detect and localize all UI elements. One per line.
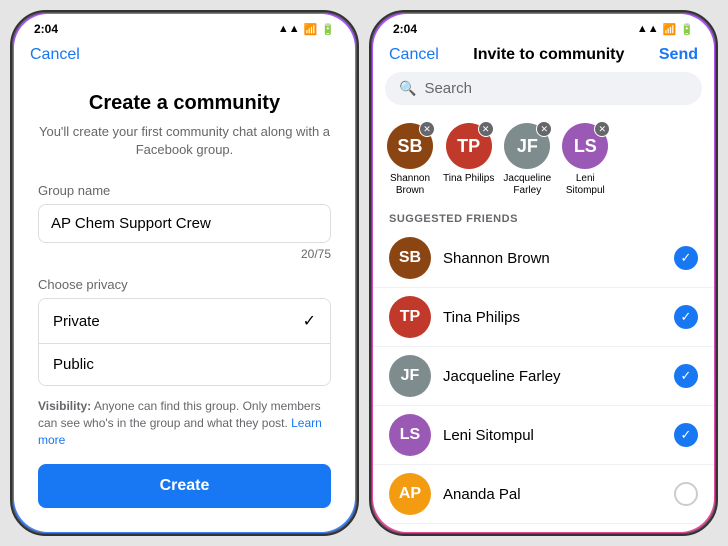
status-icons-right: ▲▲ 📶 🔋 <box>637 23 694 36</box>
nav-title-right: Invite to community <box>473 46 624 64</box>
checkmark-icon: ✓ <box>303 311 316 331</box>
group-name-input[interactable] <box>38 204 331 243</box>
friend-check-jacqueline[interactable]: ✓ <box>674 364 698 388</box>
remove-tina-button[interactable]: ✕ <box>478 121 494 137</box>
page-subtitle: You'll create your first community chat … <box>38 123 331 159</box>
signal-icon: ▲▲ <box>278 23 300 35</box>
friend-name-leni: Leni Sitompul <box>443 427 662 444</box>
battery-icon: 🔋 <box>321 23 335 36</box>
privacy-option-private[interactable]: Private ✓ <box>39 299 330 344</box>
wifi-icon: 📶 <box>304 23 318 36</box>
char-count: 20/75 <box>38 247 331 261</box>
selected-friend-avatar-wrap-1: SB ✕ <box>387 123 433 169</box>
selected-friend-shannon: SB ✕ ShannonBrown <box>385 123 435 197</box>
friend-item-leni[interactable]: LS Leni Sitompul ✓ <box>373 406 714 465</box>
friend-name-jacqueline: Jacqueline Farley <box>443 368 662 385</box>
selected-friend-name-4: LeniSitompul <box>566 173 605 197</box>
selected-friend-avatar-wrap-4: LS ✕ <box>562 123 608 169</box>
selected-friend-name-2: Tina Philips <box>443 173 494 185</box>
friend-name-ananda: Ananda Pal <box>443 486 662 503</box>
friend-list: SB Shannon Brown ✓ TP Tina Philips ✓ JF … <box>373 229 714 532</box>
learn-more-link[interactable]: Learn more <box>38 416 322 447</box>
friend-name-shannon: Shannon Brown <box>443 250 662 267</box>
search-icon: 🔍 <box>399 80 416 97</box>
search-bar[interactable]: 🔍 Search <box>385 72 702 105</box>
selected-friends-row: SB ✕ ShannonBrown TP ✕ Tina Philips JF ✕… <box>373 115 714 205</box>
privacy-option-public[interactable]: Public <box>39 344 330 385</box>
friend-item-shannon[interactable]: SB Shannon Brown ✓ <box>373 229 714 288</box>
friend-avatar-ananda: AP <box>389 473 431 515</box>
friend-avatar-shannon: SB <box>389 237 431 279</box>
nav-bar-left: Cancel <box>14 40 355 72</box>
status-bar-left: 2:04 ▲▲ 📶 🔋 <box>14 14 355 40</box>
selected-friend-tina: TP ✕ Tina Philips <box>443 123 494 197</box>
friend-check-ananda[interactable] <box>674 482 698 506</box>
friend-check-shannon[interactable]: ✓ <box>674 246 698 270</box>
selected-friend-avatar-wrap-2: TP ✕ <box>446 123 492 169</box>
selected-friend-leni: LS ✕ LeniSitompul <box>560 123 610 197</box>
friend-avatar-jacqueline: JF <box>389 355 431 397</box>
friend-item-ananda[interactable]: AP Ananda Pal <box>373 465 714 524</box>
selected-friend-name-1: ShannonBrown <box>390 173 430 197</box>
remove-leni-button[interactable]: ✕ <box>594 121 610 137</box>
cancel-button-left[interactable]: Cancel <box>30 46 80 64</box>
friend-item-mohammad[interactable]: MH Mohammad Hosseini <box>373 524 714 532</box>
friend-name-tina: Tina Philips <box>443 309 662 326</box>
friend-item-jacqueline[interactable]: JF Jacqueline Farley ✓ <box>373 347 714 406</box>
remove-jacqueline-button[interactable]: ✕ <box>536 121 552 137</box>
friend-check-tina[interactable]: ✓ <box>674 305 698 329</box>
privacy-options: Private ✓ Public <box>38 298 331 386</box>
left-phone: 2:04 ▲▲ 📶 🔋 Cancel Create a community Yo… <box>10 10 359 536</box>
section-header-suggested: SUGGESTED FRIENDS <box>373 205 714 229</box>
privacy-private-label: Private <box>53 313 100 330</box>
friend-check-leni[interactable]: ✓ <box>674 423 698 447</box>
friend-item-tina[interactable]: TP Tina Philips ✓ <box>373 288 714 347</box>
selected-friend-name-3: JacquelineFarley <box>503 173 551 197</box>
cancel-button-right[interactable]: Cancel <box>389 46 439 64</box>
left-content: Create a community You'll create your fi… <box>14 72 355 464</box>
privacy-label: Choose privacy <box>38 277 331 292</box>
privacy-public-label: Public <box>53 356 94 373</box>
wifi-icon-right: 📶 <box>663 23 677 36</box>
create-button[interactable]: Create <box>38 464 331 508</box>
battery-icon-right: 🔋 <box>680 23 694 36</box>
visibility-text: Visibility: Anyone can find this group. … <box>38 398 331 448</box>
time-right: 2:04 <box>393 22 417 36</box>
group-name-label: Group name <box>38 183 331 198</box>
selected-friend-avatar-wrap-3: JF ✕ <box>504 123 550 169</box>
friend-avatar-tina: TP <box>389 296 431 338</box>
remove-shannon-button[interactable]: ✕ <box>419 121 435 137</box>
page-title: Create a community <box>38 92 331 115</box>
signal-icon-right: ▲▲ <box>637 23 659 35</box>
status-icons-left: ▲▲ 📶 🔋 <box>278 23 335 36</box>
right-phone: 2:04 ▲▲ 📶 🔋 Cancel Invite to community S… <box>369 10 718 536</box>
friend-avatar-leni: LS <box>389 414 431 456</box>
time-left: 2:04 <box>34 22 58 36</box>
search-placeholder: Search <box>424 80 472 97</box>
send-button[interactable]: Send <box>659 46 698 64</box>
selected-friend-jacqueline: JF ✕ JacquelineFarley <box>502 123 552 197</box>
nav-bar-right: Cancel Invite to community Send <box>373 40 714 72</box>
left-bottom: Create <box>14 464 355 532</box>
status-bar-right: 2:04 ▲▲ 📶 🔋 <box>373 14 714 40</box>
